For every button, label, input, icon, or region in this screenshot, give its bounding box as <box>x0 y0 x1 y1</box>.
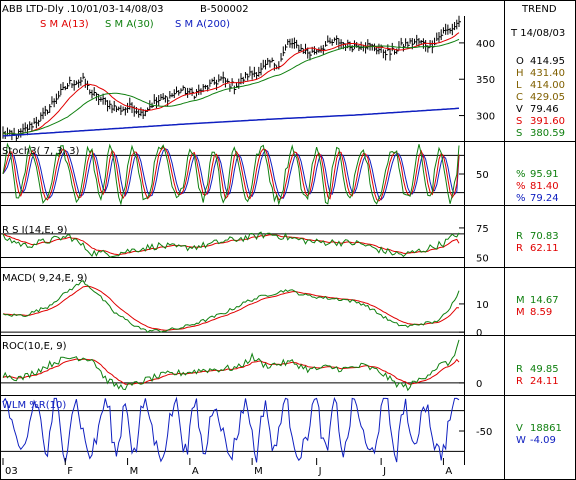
stoch-readout-value: 95.91 <box>530 169 559 180</box>
legend-entry: S M A(200) <box>175 19 230 30</box>
price-readout-key: L <box>516 80 522 91</box>
roc-readout-value: 24.11 <box>530 376 559 387</box>
price-ytick-label: 400 <box>476 39 495 50</box>
wlm-panel-title: WLM %R(10) <box>2 400 66 411</box>
macd-readout-value: 14.67 <box>530 295 559 306</box>
x-axis-label: M <box>254 466 263 477</box>
price-readout-value: 414.95 <box>530 56 565 67</box>
price-readout-value: 414.00 <box>530 80 565 91</box>
rsi-readout-key: R <box>516 231 523 242</box>
price-readout-key: H <box>516 68 524 79</box>
stoch-ytick-label: 50 <box>476 170 489 181</box>
price-readout-key: O <box>516 56 524 67</box>
price-ytick-label: 350 <box>476 75 495 86</box>
roc-readout-value: 49.85 <box>530 364 559 375</box>
macd-readout-key: M <box>516 295 525 306</box>
rsi-ytick-label: 50 <box>476 254 489 265</box>
x-axis-label: A <box>192 466 199 477</box>
rsi-panel-title: R S I(14,E, 9) <box>2 225 67 236</box>
rsi-readout-value: 70.83 <box>530 231 559 242</box>
macd-ytick-label: 0 <box>476 328 482 339</box>
x-axis-label: A <box>445 466 452 477</box>
price-readout-key: V <box>516 104 523 115</box>
price-ytick-label: 300 <box>476 112 495 123</box>
macd-readout-value: 8.59 <box>530 307 552 318</box>
macd-readout-key: M <box>516 307 525 318</box>
chart-code: B-500002 <box>200 4 249 15</box>
price-readout-value: 391.60 <box>530 116 565 127</box>
stoch-readout-key: % <box>516 193 526 204</box>
roc-readout-key: R <box>516 364 523 375</box>
macd-ytick-label: 10 <box>476 300 489 311</box>
price-readout-key: S <box>516 128 522 139</box>
legend-entry: S M A(30) <box>105 19 154 30</box>
macd-panel-title: MACD( 9,24,E, 9) <box>2 273 88 284</box>
x-axis-label: 03 <box>5 466 18 477</box>
wlm-readout-value: 18861 <box>530 423 562 434</box>
roc-panel-title: ROC(10,E, 9) <box>2 341 67 352</box>
stock-chart: ABB LTD-Dly .10/01/03-14/08/03 B-500002 … <box>0 0 576 480</box>
roc-ytick-label: 0 <box>476 379 482 390</box>
x-axis-label: J <box>318 466 322 477</box>
x-axis-label: M <box>130 466 139 477</box>
wlm-readout-value: -4.09 <box>530 435 556 446</box>
roc-readout-key: R <box>516 376 523 387</box>
x-axis-label: F <box>67 466 73 477</box>
trend-label: TREND <box>521 4 557 15</box>
wlm-ytick-label: -50 <box>476 427 492 438</box>
stoch-readout-key: % <box>516 181 526 192</box>
price-readout-value: 429.05 <box>530 92 565 103</box>
price-readout-value: 431.40 <box>530 68 565 79</box>
x-axis-label: J <box>382 466 386 477</box>
wlm-readout-key: W <box>516 435 526 446</box>
stoch-readout-value: 79.24 <box>530 193 559 204</box>
legend-entry: S M A(13) <box>40 19 89 30</box>
price-readout-value: 79.46 <box>530 104 559 115</box>
price-readout-key: S <box>516 116 522 127</box>
price-readout-key: C <box>516 92 523 103</box>
stoch-readout-key: % <box>516 169 526 180</box>
stoch-panel-title: Stoch3( 7, 3, 3) <box>2 146 79 157</box>
rsi-ytick-label: 75 <box>476 224 489 235</box>
price-date-label: T 14/08/03 <box>510 28 565 39</box>
chart-title: ABB LTD-Dly .10/01/03-14/08/03 <box>2 4 164 15</box>
stoch-readout-value: 81.40 <box>530 181 559 192</box>
rsi-readout-value: 62.11 <box>530 243 559 254</box>
rsi-readout-key: R <box>516 243 523 254</box>
price-readout-value: 380.59 <box>530 128 565 139</box>
wlm-readout-key: V <box>516 423 523 434</box>
